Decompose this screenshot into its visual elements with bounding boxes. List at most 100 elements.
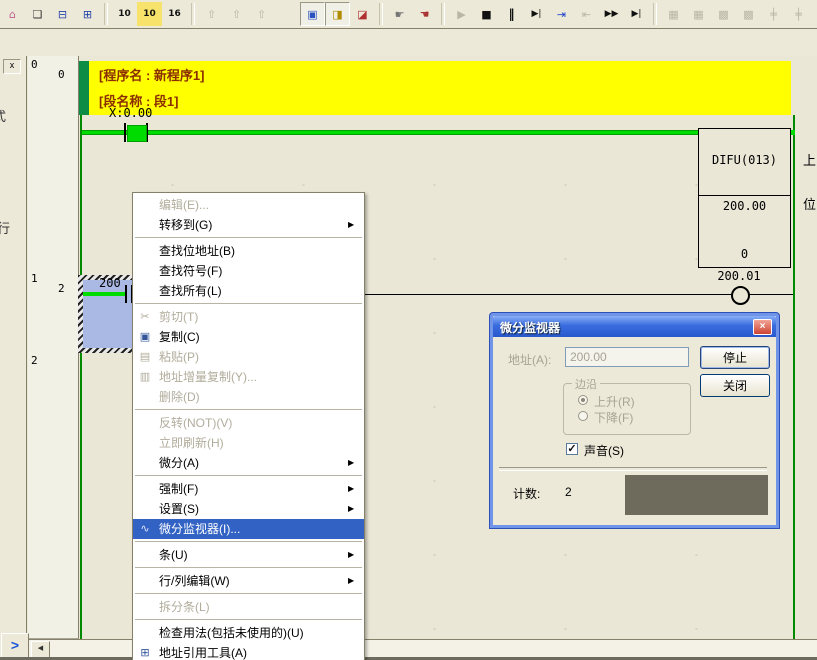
menu-separator [135, 593, 362, 594]
monitor-hex-icon[interactable]: 16 [162, 2, 187, 26]
menu-item-immediate-refresh: 立即刷新(H) [133, 433, 364, 453]
monitor-decimal-icon[interactable]: 10 [112, 2, 137, 26]
network-tool-icon-4: ▩ [736, 2, 761, 26]
run-icon-glyph: ▶ [457, 9, 465, 20]
menu-item-address-reference-tool[interactable]: ⊞地址引用工具(A) [133, 643, 364, 660]
panel-expand-button[interactable]: > [1, 633, 29, 660]
rung-marker-bar [79, 61, 89, 115]
rising-radio-label: 上升(R) [594, 393, 635, 410]
menu-item-differentiate[interactable]: 微分(A)▶ [133, 453, 364, 473]
menu-item-find-all[interactable]: 查找所有(L) [133, 281, 364, 301]
force-on-icon: ⇧ [199, 2, 224, 26]
difu-instruction-block[interactable]: DIFU(013) 200.00 0 [698, 128, 791, 268]
rung-number-cell[interactable]: 0 0 [28, 56, 79, 271]
menu-item-label: 反转(NOT)(V) [157, 413, 348, 433]
styles-icon[interactable]: ⌂ [0, 2, 25, 26]
force-release-hand-icon[interactable]: ☚ [412, 2, 437, 26]
step-run-icon[interactable]: ▶| [524, 2, 549, 26]
contact-x000[interactable] [127, 125, 147, 142]
menu-item-label: 地址引用工具(A) [157, 643, 348, 660]
menu-item-go-to[interactable]: 转移到(G)▶ [133, 215, 364, 235]
continuous-step-icon-glyph: ▶▶ [605, 10, 619, 19]
menu-item-label: 查找位地址(B) [157, 241, 348, 261]
force-set-hand-icon[interactable]: ☛ [387, 2, 412, 26]
menu-item-check-usage[interactable]: 检查用法(包括未使用的)(U) [133, 623, 364, 643]
menu-item-label: 强制(F) [157, 479, 348, 499]
dialog-close-icon[interactable]: × [753, 319, 772, 335]
watch-sheet-icon[interactable]: ⊞ [75, 2, 100, 26]
toolbar-row-2: ⌂❏⊟⊞101016⇧⇧⇧▣◨◪☛☚▶■‖▶|⇥⇤▶▶▶|▦▦▩▩╪╪╪╪╪ [0, 0, 817, 29]
menu-item-label: 微分监视器(I)... [157, 519, 348, 539]
continuous-step-icon[interactable]: ▶▶ [599, 2, 624, 26]
pause-icon-glyph: ‖ [509, 8, 515, 20]
scan-run-icon[interactable]: ▶| [624, 2, 649, 26]
rung-number-cell[interactable]: 2 [28, 352, 79, 639]
rung-comment-fragment: 上 [803, 150, 816, 169]
menu-separator [135, 409, 362, 410]
stop-button[interactable]: 停止 [700, 346, 770, 369]
menu-item-cut: ✂剪切(T) [133, 307, 364, 327]
monitor-mode-icon-glyph: ▣ [307, 9, 317, 20]
program-name-comment: [程序名 : 新程序1] [99, 65, 204, 84]
sound-checkbox[interactable]: ✓ [566, 443, 578, 455]
step-out-icon: ⇤ [574, 2, 599, 26]
output-coil-20001[interactable] [731, 286, 750, 305]
cut-icon: ✂ [133, 307, 157, 327]
menu-separator [135, 475, 362, 476]
menu-item-row-column-edit[interactable]: 行/列编辑(W)▶ [133, 571, 364, 591]
stop-monitoring-icon[interactable]: ◪ [350, 2, 375, 26]
menu-item-copy[interactable]: ▣复制(C) [133, 327, 364, 347]
rung-number-cell[interactable]: 1 2 [28, 270, 79, 353]
rung-number: 1 [31, 272, 38, 285]
force-off-icon-glyph: ⇧ [232, 9, 241, 20]
edge-group-label: 边沿 [572, 376, 600, 392]
monitor-mode-icon[interactable]: ▣ [300, 2, 325, 26]
menu-item-set[interactable]: 设置(S)▶ [133, 499, 364, 519]
menu-item-address-increment-copy: ▥地址增量复制(Y)... [133, 367, 364, 387]
scan-run-icon-glyph: ▶| [632, 10, 642, 19]
menu-item-label: 条(U) [157, 545, 348, 565]
menu-item-label: 转移到(G) [157, 215, 348, 235]
falling-radio-button [578, 411, 588, 421]
close-button[interactable]: 关闭 [700, 374, 770, 397]
menu-item-find-bit-address[interactable]: 查找位地址(B) [133, 241, 364, 261]
dialog-title: 微分监视器 [500, 319, 560, 336]
network-tool-icon-4-glyph: ▩ [743, 9, 753, 20]
menu-item-paste: ▤粘贴(P) [133, 347, 364, 367]
copy-icon: ▣ [133, 327, 157, 347]
monitor-hex-icon-glyph: 16 [168, 10, 181, 19]
output-window-icon[interactable]: ⊟ [50, 2, 75, 26]
instruction-divider [699, 195, 790, 196]
stop-monitoring-icon-glyph: ◪ [357, 9, 367, 20]
toolbar-separator [191, 3, 195, 25]
submenu-arrow-icon: ▶ [348, 545, 364, 565]
scroll-left-button[interactable]: ◀ [31, 641, 50, 658]
pause-icon[interactable]: ‖ [499, 2, 524, 26]
differential-tool-icon-2: ╪ [786, 2, 811, 26]
pause-monitoring-icon[interactable]: ◨ [325, 2, 350, 26]
menu-item-differential-monitor[interactable]: ∿微分监视器(I)... [133, 519, 364, 539]
instruction-operand: 200.00 [699, 199, 790, 213]
monitor-signed-decimal-icon[interactable]: 10 [137, 2, 162, 26]
dialog-body: 地址(A): 200.00 停止 关闭 边沿 上升(R) 下降(F) ✓ 声音(… [493, 337, 776, 525]
left-power-rail [80, 115, 82, 639]
dialog-titlebar[interactable]: 微分监视器 × [493, 316, 776, 337]
stop-icon[interactable]: ■ [474, 2, 499, 26]
menu-item-label: 编辑(E)... [157, 195, 348, 215]
step-into-icon-glyph: ⇥ [557, 9, 566, 20]
differential-tool-icon-1-glyph: ╪ [770, 9, 777, 20]
panel-close-button[interactable]: x [3, 59, 21, 74]
menu-separator [135, 237, 362, 238]
differential-monitor-icon: ∿ [133, 519, 157, 539]
menu-item-label: 剪切(T) [157, 307, 348, 327]
menu-item-rung[interactable]: 条(U)▶ [133, 545, 364, 565]
menu-item-find-symbol[interactable]: 查找符号(F) [133, 261, 364, 281]
submenu-arrow-icon: ▶ [348, 479, 364, 499]
menu-item-label: 删除(D) [157, 387, 348, 407]
program-comment-banner[interactable]: [程序名 : 新程序1] [段名称 : 段1] [89, 61, 791, 115]
page-setup-icon[interactable]: ❏ [25, 2, 50, 26]
contact-bar [125, 285, 127, 303]
menu-item-force[interactable]: 强制(F)▶ [133, 479, 364, 499]
step-into-icon[interactable]: ⇥ [549, 2, 574, 26]
network-tool-icon-1-glyph: ▦ [668, 9, 678, 20]
